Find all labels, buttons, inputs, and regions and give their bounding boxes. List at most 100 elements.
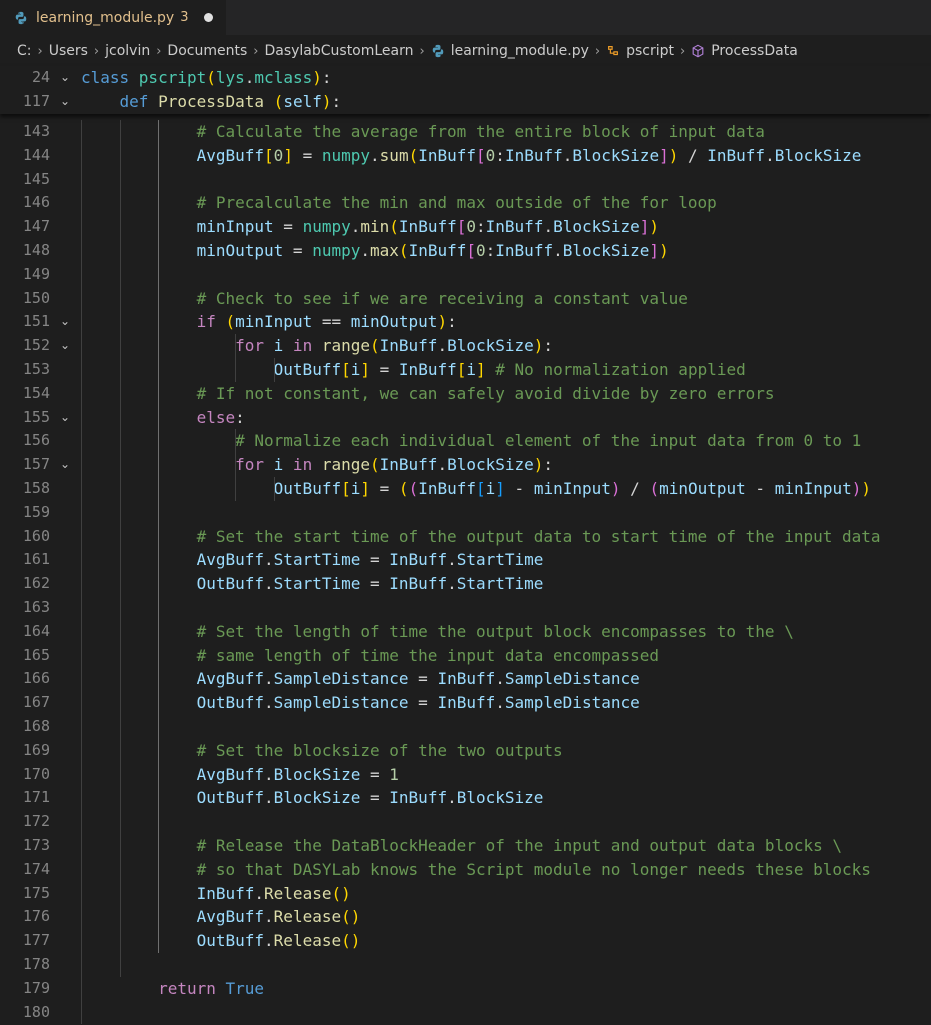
code-line[interactable]: 166 AvgBuff.SampleDistance = InBuff.Samp… [0, 667, 931, 691]
code-line[interactable]: 145 [0, 168, 931, 192]
code-editor[interactable]: 143 # Calculate the average from the ent… [0, 120, 931, 1025]
code-token: = [360, 764, 390, 784]
code-token: : [543, 336, 554, 356]
code-token: InBuff [485, 217, 544, 237]
code-line[interactable]: 163 [0, 596, 931, 620]
editor-tab[interactable]: learning_module.py 3 [0, 0, 226, 35]
code-token: [ [456, 360, 467, 379]
code-token: StartTime [273, 574, 361, 594]
code-line[interactable]: 155 ⌄ else: [0, 406, 931, 430]
indent-guide [119, 120, 121, 977]
line-number: 172 [22, 812, 50, 831]
code-token: i [466, 360, 476, 379]
code-token: ) [668, 145, 679, 165]
code-line[interactable]: 168 [0, 715, 931, 739]
code-line[interactable]: 175 InBuff.Release() [0, 882, 931, 906]
code-token: minInput [774, 479, 852, 498]
code-line[interactable]: 154 # If not constant, we can safely avo… [0, 382, 931, 406]
breadcrumb-separator-icon: › [156, 43, 162, 59]
code-token: [ [476, 479, 486, 498]
code-line[interactable]: 179 return True [0, 977, 931, 1001]
code-line[interactable]: 151 ⌄ if (minInput == minOutput): [0, 310, 931, 334]
code-line[interactable]: 170 AvgBuff.BlockSize = 1 [0, 763, 931, 787]
breadcrumb-item[interactable]: learning_module.py [431, 43, 589, 59]
code-line[interactable]: 172 [0, 810, 931, 834]
code-token: InBuff [418, 145, 477, 165]
code-line[interactable]: 173 # Release the DataBlockHeader of the… [0, 834, 931, 858]
code-line[interactable]: 158 OutBuff[i] = ((InBuff[i] - minInput)… [0, 477, 931, 501]
breadcrumb-item[interactable]: C: [17, 43, 32, 59]
code-line[interactable]: 180 [0, 1001, 931, 1025]
code-text: OutBuff.BlockSize = InBuff.BlockSize [81, 786, 544, 810]
code-line[interactable]: 117 def ProcessData (self): ⌄ [0, 90, 931, 114]
code-token: / [678, 145, 708, 165]
breadcrumb-item[interactable]: DasylabCustomLearn [264, 43, 413, 59]
code-token: StartTime [456, 550, 544, 570]
line-number: 143 [22, 122, 50, 140]
code-line[interactable]: 143 # Calculate the average from the ent… [0, 120, 931, 144]
code-line[interactable]: 164 # Set the length of time the output … [0, 620, 931, 644]
code-line[interactable]: 171 OutBuff.BlockSize = InBuff.BlockSize [0, 786, 931, 810]
breadcrumb-label: jcolvin [105, 43, 151, 59]
code-line[interactable]: 156 # Normalize each individual element … [0, 429, 931, 453]
fold-chevron-icon[interactable]: ⌄ [60, 453, 70, 477]
code-line[interactable]: 160 # Set the start time of the output d… [0, 525, 931, 549]
code-token: numpy [312, 241, 361, 260]
line-number: 160 [22, 526, 50, 545]
fold-chevron-icon[interactable]: ⌄ [60, 334, 70, 358]
code-token: : [485, 241, 496, 260]
code-line[interactable]: 152 ⌄ for i in range(InBuff.BlockSize): [0, 334, 931, 358]
code-token: InBuff [408, 241, 467, 260]
fold-chevron-icon[interactable]: ⌄ [60, 90, 70, 114]
breadcrumb-item[interactable]: pscript [606, 43, 674, 59]
line-number: 161 [22, 550, 50, 569]
fold-chevron-icon[interactable]: ⌄ [60, 406, 70, 430]
code-line[interactable]: 174 # so that DASYLab knows the Script m… [0, 858, 931, 882]
code-token: BlockSize [572, 145, 660, 165]
code-line[interactable]: 165 # same length of time the input data… [0, 644, 931, 668]
code-line[interactable]: 178 [0, 953, 931, 977]
code-line[interactable]: 24 class pscript(lys.mclass): ⌄ [0, 66, 931, 90]
code-line[interactable]: 150 # Check to see if we are receiving a… [0, 287, 931, 311]
code-line[interactable]: 159 [0, 501, 931, 525]
code-text: # Set the blocksize of the two outputs [81, 739, 563, 763]
code-line[interactable]: 167 OutBuff.SampleDistance = InBuff.Samp… [0, 691, 931, 715]
code-token: # Precalculate the min and max outside o… [196, 193, 717, 213]
unsaved-dot-icon[interactable] [204, 13, 214, 22]
code-line[interactable]: 144 AvgBuff[0] = numpy.sum(InBuff[0:InBu… [0, 144, 931, 168]
code-token: . [264, 764, 274, 784]
code-token: BlockSize [456, 788, 544, 808]
code-token: # so that DASYLab knows the Script modul… [196, 859, 871, 879]
code-line[interactable]: 169 # Set the blocksize of the two outpu… [0, 739, 931, 763]
code-line[interactable]: 157 ⌄ for i in range(InBuff.BlockSize): [0, 453, 931, 477]
code-token: i [273, 455, 284, 475]
code-token: minInput [196, 217, 274, 237]
fold-chevron-icon[interactable]: ⌄ [60, 66, 70, 90]
code-line[interactable]: 153 OutBuff[i] = InBuff[i] # No normaliz… [0, 358, 931, 382]
code-line[interactable]: 146 # Precalculate the min and max outsi… [0, 191, 931, 215]
code-line[interactable]: 149 [0, 263, 931, 287]
code-line[interactable]: 161 AvgBuff.StartTime = InBuff.StartTime [0, 548, 931, 572]
fold-chevron-icon[interactable]: ⌄ [60, 310, 70, 334]
breadcrumb-item[interactable]: ProcessData [691, 43, 798, 59]
breadcrumb-item[interactable]: jcolvin [105, 43, 150, 59]
code-token: AvgBuff [196, 669, 265, 689]
breadcrumb-item[interactable]: Documents [167, 43, 247, 59]
code-line[interactable]: 162 OutBuff.StartTime = InBuff.StartTime [0, 572, 931, 596]
code-line[interactable]: 176 AvgBuff.Release() [0, 905, 931, 929]
code-line[interactable]: 177 OutBuff.Release() [0, 929, 931, 953]
code-line[interactable]: 148 minOutput = numpy.max(InBuff[0:InBuf… [0, 239, 931, 263]
breadcrumb-item[interactable]: Users [49, 43, 88, 59]
code-line[interactable]: 147 minInput = numpy.min(InBuff[0:InBuff… [0, 215, 931, 239]
code-token: [ [476, 145, 486, 165]
